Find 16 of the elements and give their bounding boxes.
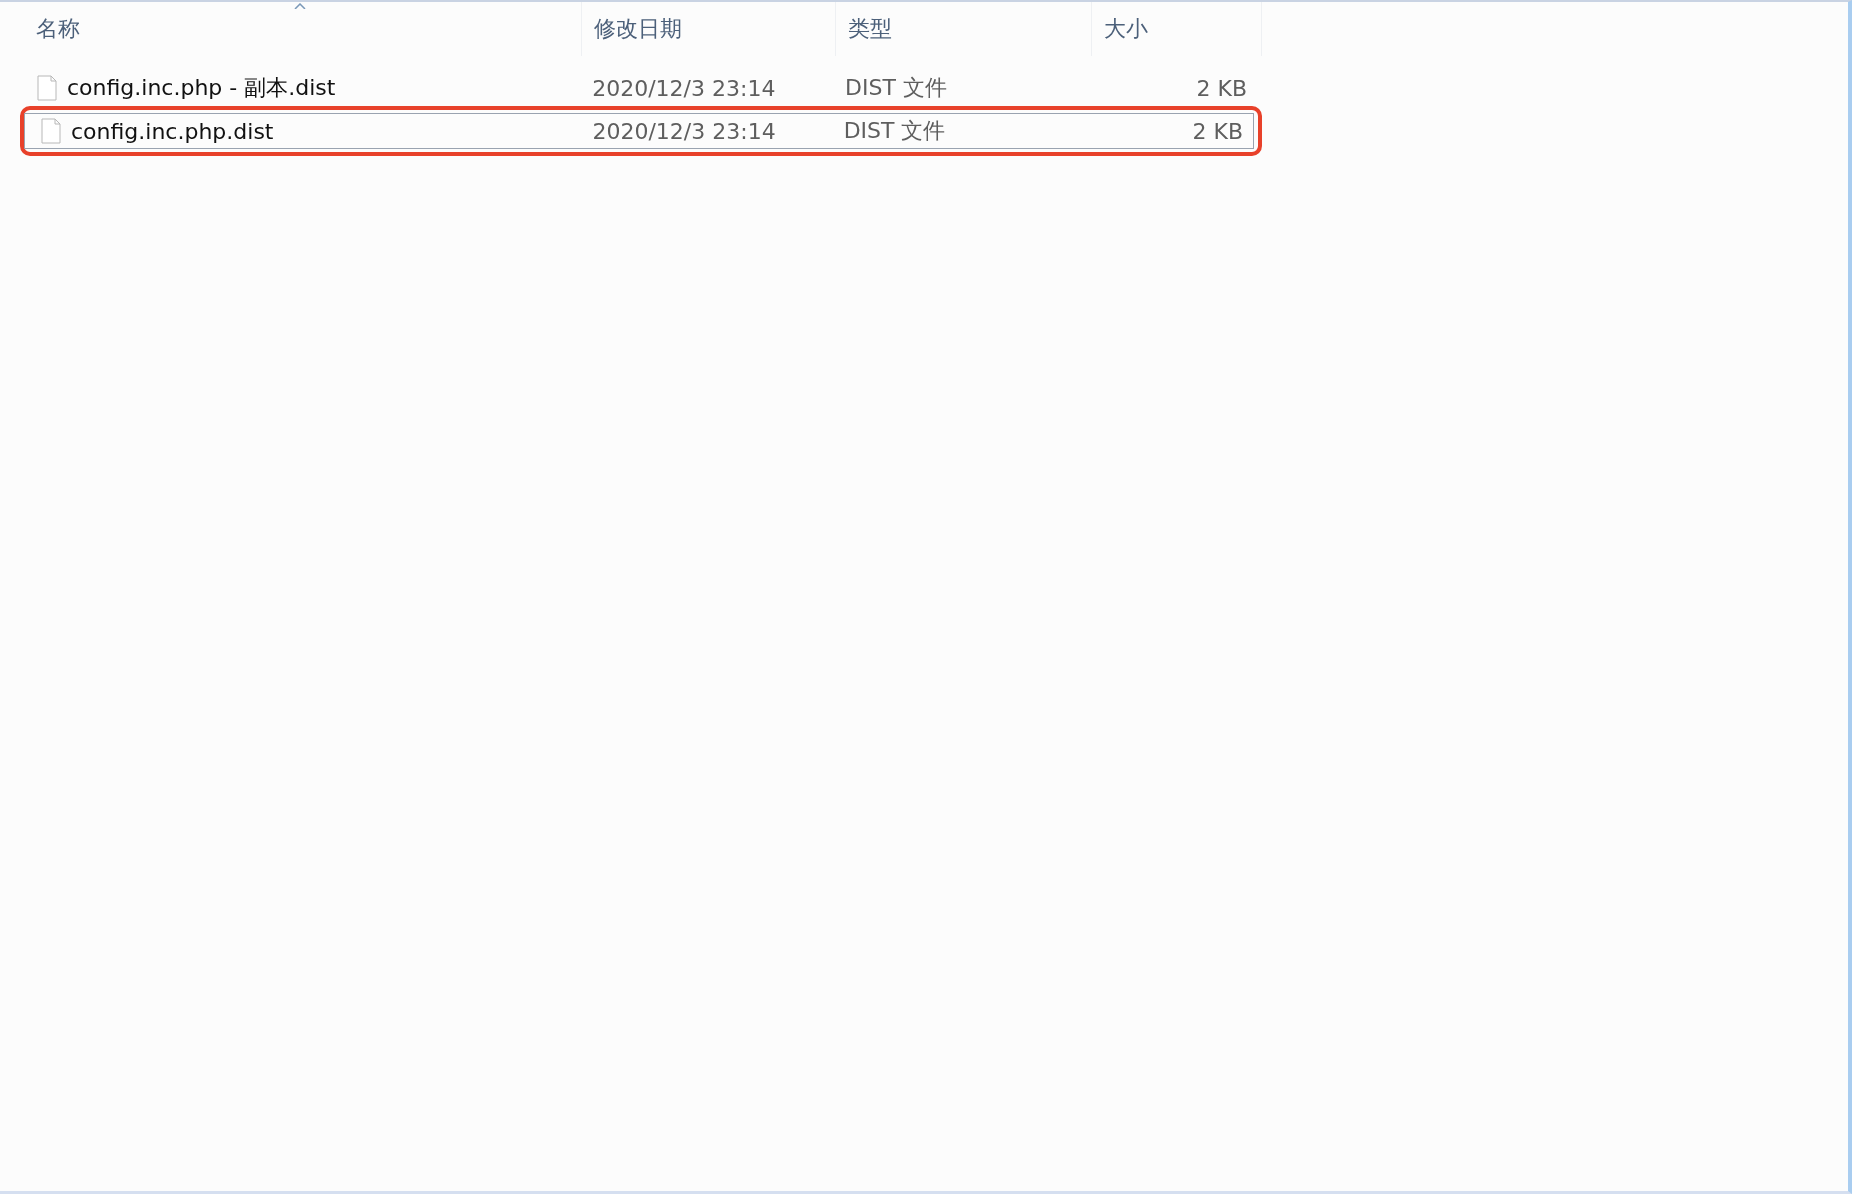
file-size: 2 KB [1192, 118, 1243, 144]
file-icon [41, 118, 61, 144]
file-row[interactable]: config.inc.php.dist 2020/12/3 23:14 DIST 文件 2 KB [24, 113, 1254, 149]
column-header[interactable]: 大小 [1092, 2, 1262, 56]
modified-date: 2020/12/3 23:14 [592, 118, 776, 144]
modified-date: 2020/12/3 23:14 [592, 75, 776, 101]
file-type: DIST 文件 [845, 74, 947, 102]
file-name: config.inc.php - 副本.dist [67, 74, 336, 102]
column-header[interactable]: 修改日期 [582, 2, 836, 56]
file-size: 2 KB [1196, 75, 1247, 101]
column-header[interactable]: 名称 [0, 2, 582, 56]
file-type: DIST 文件 [843, 117, 946, 145]
column-header[interactable]: 类型 [836, 2, 1092, 56]
file-name: config.inc.php.dist [71, 118, 274, 144]
file-icon [37, 75, 57, 101]
file-row[interactable]: config.inc.php - 副本.dist 2020/12/3 23:14 DIST 文件 2 KB [20, 70, 1258, 106]
